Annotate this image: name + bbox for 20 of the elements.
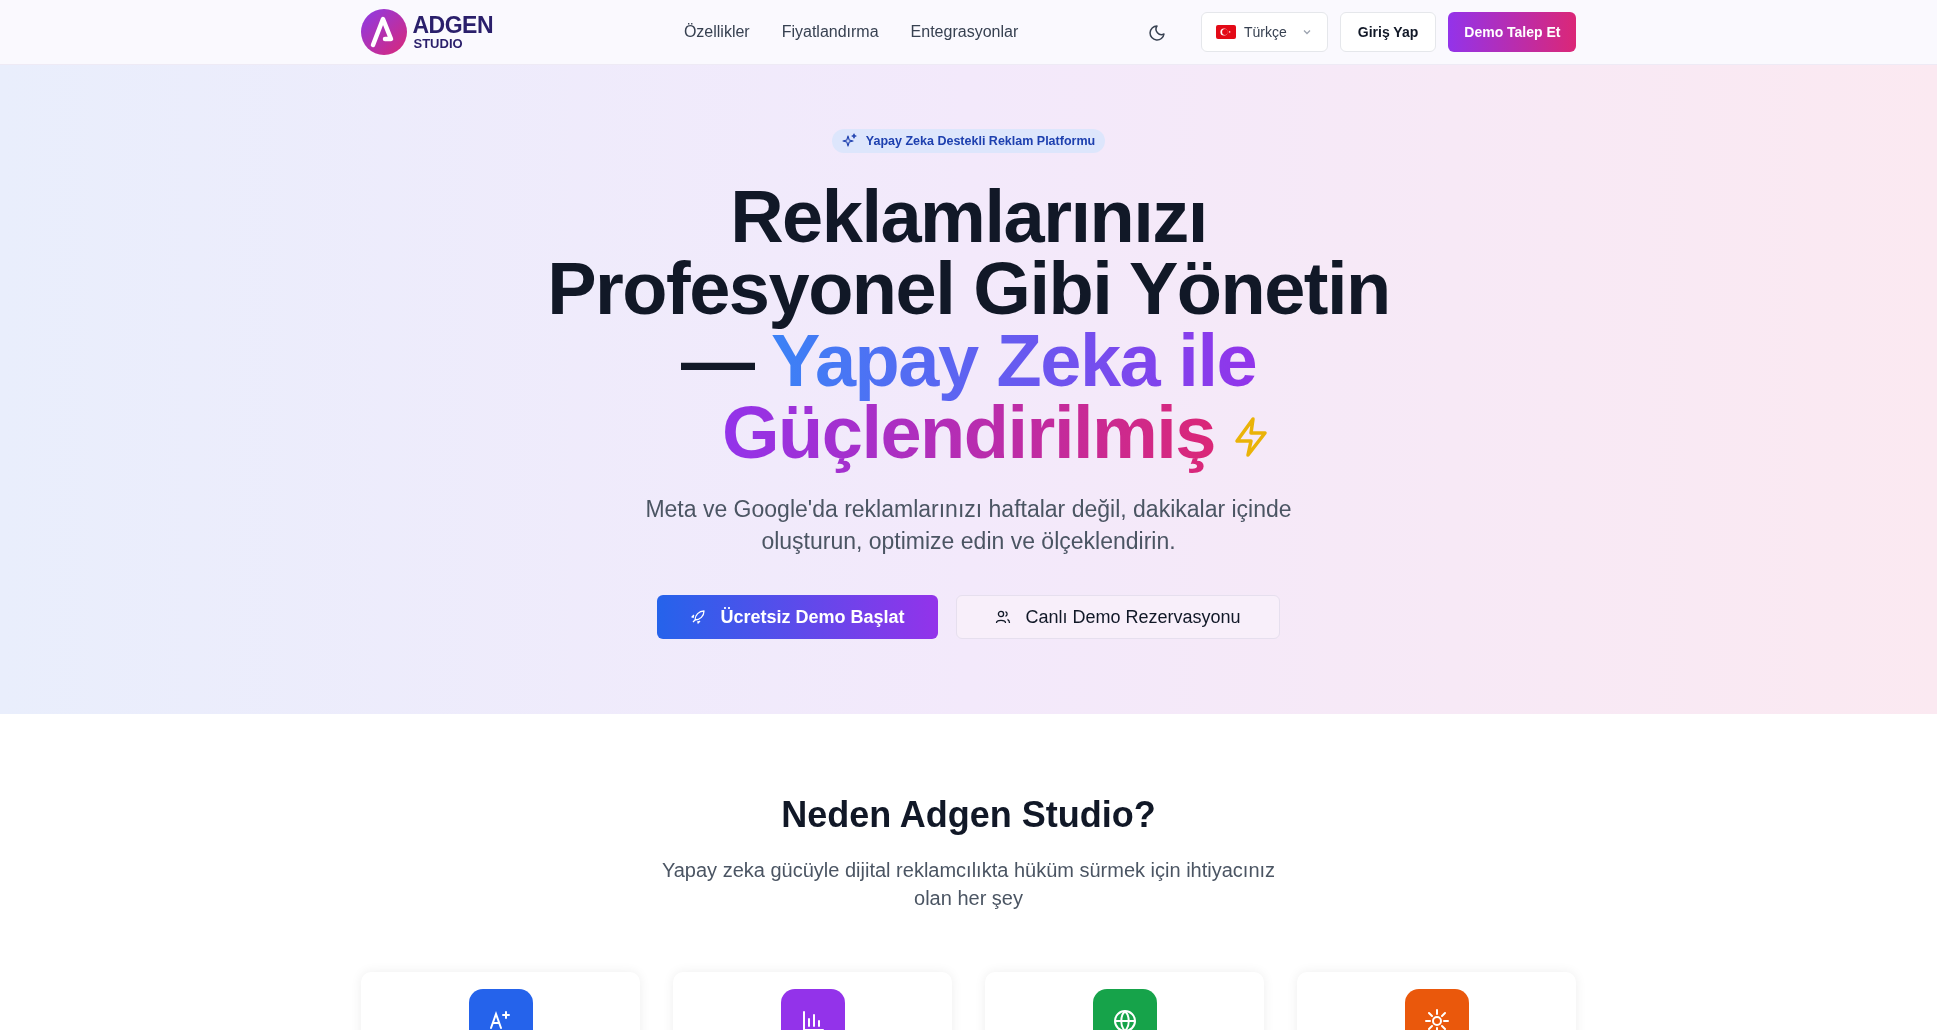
demo-request-button[interactable]: Demo Talep Et	[1448, 12, 1577, 52]
nav-link[interactable]: Özellikler	[683, 23, 750, 41]
logo-subtitle: STUDIO	[413, 37, 464, 50]
logo-name: ADGEN	[412, 14, 494, 37]
users-icon	[995, 609, 1012, 625]
sparkles-icon	[841, 133, 858, 149]
section-subtitle: Yapay zeka gücüyle dijital reklamcılıkta hüküm sürmek için ihtiyacınız olan her şey	[660, 858, 1277, 911]
nav-link[interactable]: Fiyatlandırma	[781, 23, 879, 41]
flag-icon	[1216, 25, 1237, 39]
section-title: Neden Adgen Studio?	[781, 794, 1156, 836]
start-demo-button[interactable]: Ücretsiz Demo Başlat	[657, 595, 938, 639]
badge-text: Yapay Zeka Destekli Reklam Platformu	[865, 134, 1096, 148]
language-select[interactable]: Türkçe	[1201, 12, 1328, 52]
book-demo-button[interactable]: Canlı Demo Rezervasyonu	[956, 595, 1280, 639]
moon-icon[interactable]	[1149, 23, 1168, 41]
logo-icon[interactable]	[360, 9, 407, 55]
hero-subtitle: Meta ve Google'da reklamlarınızı haftalar değil, dakikalar içinde oluşturun, optimize edin ve ölçeklendirin.	[644, 495, 1293, 556]
nav-link[interactable]: Entegrasyonlar	[910, 23, 1019, 41]
rocket-icon	[690, 609, 707, 625]
login-button[interactable]: Giriş Yap	[1339, 12, 1437, 52]
